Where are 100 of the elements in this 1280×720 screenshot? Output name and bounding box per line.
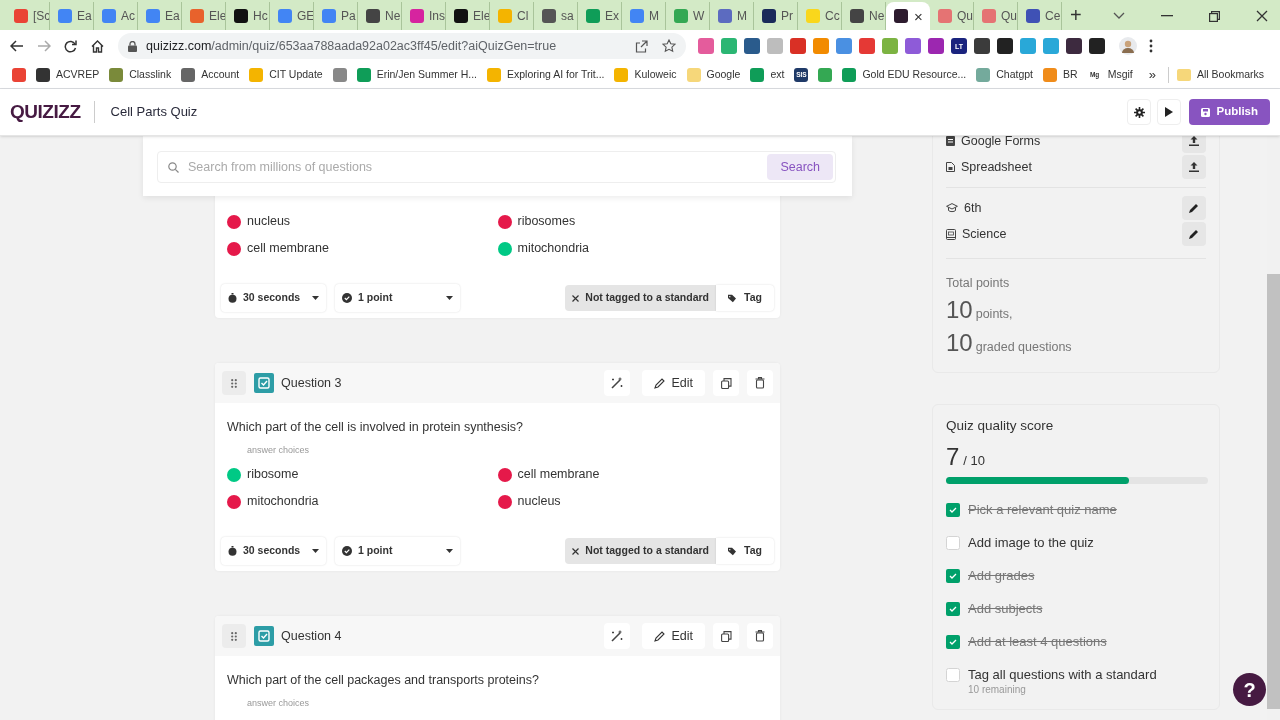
settings-button[interactable]	[1127, 99, 1152, 125]
magic-wand-button[interactable]	[604, 370, 631, 396]
new-tab-button[interactable]: +	[1070, 5, 1082, 25]
export-button[interactable]	[1182, 155, 1206, 179]
bookmark[interactable]: CIT Update	[249, 67, 323, 83]
answer-choices-label: answer choices	[246, 444, 311, 457]
star-icon[interactable]	[662, 39, 676, 53]
bookmark[interactable]: Erin/Jen Summer H...	[356, 67, 478, 83]
points-dropdown[interactable]: 1 point	[335, 537, 460, 565]
stopwatch-icon	[228, 546, 237, 556]
magic-wand-icon	[611, 630, 624, 642]
points-dropdown[interactable]: 1 point	[335, 284, 460, 312]
answer-choice: ribosome	[247, 466, 299, 484]
duplicate-button[interactable]	[713, 370, 739, 396]
url-path: /admin/quiz/653aa788aada92a02ac3ff45/edit?aiQuizGen=true	[211, 38, 557, 53]
points-count: 10	[946, 295, 973, 325]
url-host: quizizz.com	[146, 38, 212, 53]
export-button[interactable]	[1182, 136, 1206, 153]
address-bar[interactable]: quizizz.com/admin/quiz/653aa788aada92a02ac3ff45/edit?aiQuizGen=true	[118, 33, 686, 59]
standard-status: Not tagged to a standard	[565, 538, 716, 564]
graded-unit: graded questions	[975, 339, 1072, 356]
delete-button[interactable]	[747, 370, 773, 396]
extension-icon[interactable]	[1066, 38, 1082, 54]
question-number: Question 4	[281, 627, 342, 645]
bookmark[interactable]: Account	[181, 67, 240, 83]
minimize-icon[interactable]	[1161, 15, 1173, 17]
extension-icon[interactable]	[1089, 38, 1105, 54]
back-icon[interactable]	[10, 40, 24, 52]
edit-button[interactable]: Edit	[642, 623, 705, 649]
drag-handle[interactable]	[222, 371, 246, 395]
tag-icon	[728, 293, 737, 303]
close-tab-button[interactable]: ×	[914, 8, 923, 24]
bookmark[interactable]: ext	[750, 67, 785, 83]
extension-icon[interactable]	[744, 38, 760, 54]
quality-max: / 10	[963, 452, 986, 470]
logo: QUIZIZZ	[10, 99, 81, 124]
time-dropdown[interactable]: 30 seconds	[221, 537, 326, 565]
answer-choices-label: answer choices	[246, 697, 311, 710]
magic-wand-button[interactable]	[604, 623, 631, 649]
avatar-icon[interactable]	[1119, 37, 1137, 55]
home-icon[interactable]	[91, 39, 104, 53]
edit-button[interactable]	[1182, 196, 1206, 220]
close-icon[interactable]	[1256, 10, 1268, 22]
file-icon	[946, 162, 955, 172]
delete-button[interactable]	[747, 623, 773, 649]
search-button[interactable]: Search	[767, 154, 833, 180]
bookmark[interactable]: Google	[686, 67, 741, 83]
search-field[interactable]: Search from millions of questions Search	[157, 151, 836, 183]
help-button[interactable]: ?	[1233, 673, 1266, 706]
book-icon	[946, 228, 956, 240]
extension-icon[interactable]	[905, 38, 921, 54]
caret-icon	[446, 549, 453, 553]
scrollbar-thumb[interactable]	[1267, 274, 1280, 709]
more-bookmarks-button[interactable]: »	[1148, 65, 1156, 85]
checklist-item: Tag all questions with a standard	[968, 665, 1157, 684]
bookmark[interactable]: Kuloweic	[614, 67, 677, 83]
answer-choice: nucleus	[247, 213, 291, 231]
checklist-item: Add subjects	[968, 599, 1043, 618]
share-icon[interactable]	[635, 39, 648, 53]
answer-choice: cell membrane	[247, 240, 329, 258]
bookmark[interactable]: Exploring AI for Trit...	[487, 67, 605, 83]
pencil-icon	[1189, 203, 1199, 213]
lock-icon	[128, 40, 137, 52]
bookmark[interactable]: Gold EDU Resource...	[842, 67, 967, 83]
tag-button[interactable]: Tag	[716, 538, 774, 564]
copy-icon	[720, 377, 732, 389]
drag-icon	[231, 631, 237, 641]
all-bookmarks-folder[interactable]: All Bookmarks	[1167, 67, 1265, 83]
pencil-icon	[1189, 229, 1199, 239]
extension-icon[interactable]	[974, 38, 990, 54]
browser-tab[interactable]: ×	[886, 2, 930, 30]
time-dropdown[interactable]: 30 seconds	[221, 284, 326, 312]
bookmark[interactable]: BR	[1043, 67, 1078, 83]
pencil-icon	[654, 377, 666, 389]
maximize-icon[interactable]	[1209, 10, 1220, 22]
duplicate-button[interactable]	[713, 623, 739, 649]
bookmark-icon[interactable]	[332, 68, 347, 82]
points-unit: points,	[975, 306, 1013, 323]
edit-button[interactable]	[1182, 222, 1206, 246]
stopwatch-icon	[228, 293, 237, 303]
bookmark-icon[interactable]	[12, 68, 26, 82]
checklist-item: Add grades	[968, 566, 1035, 585]
extension-icon[interactable]	[928, 38, 944, 54]
graded-count: 10	[946, 328, 973, 358]
forward-icon[interactable]	[37, 40, 51, 52]
save-icon	[1201, 107, 1211, 117]
extension-icon[interactable]	[997, 38, 1013, 54]
answer-choice: mitochondria	[517, 240, 590, 258]
bookmark[interactable]: Classlink	[109, 67, 172, 83]
play-button[interactable]	[1157, 99, 1182, 125]
publish-button[interactable]: Publish	[1189, 99, 1270, 125]
tag-button[interactable]: Tag	[716, 285, 774, 311]
chevron-down-icon[interactable]	[1113, 12, 1125, 20]
bookmark-icon[interactable]	[818, 68, 833, 82]
reload-icon[interactable]	[64, 39, 77, 53]
menu-icon[interactable]	[1149, 39, 1153, 53]
bookmark[interactable]: Chatgpt	[976, 67, 1034, 83]
edit-button[interactable]: Edit	[642, 370, 705, 396]
drag-handle[interactable]	[222, 624, 246, 648]
bookmark[interactable]: ACVREP	[36, 67, 100, 83]
